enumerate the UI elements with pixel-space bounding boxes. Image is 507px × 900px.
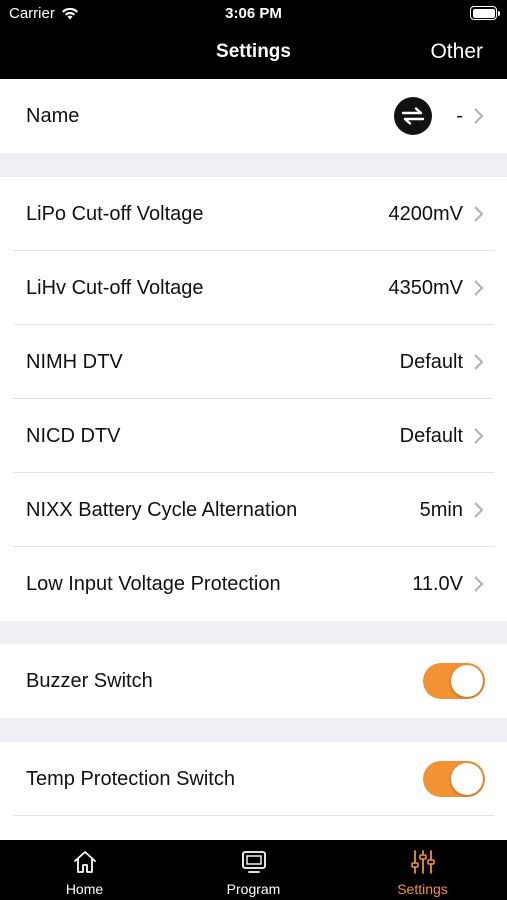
tab-label: Program — [226, 881, 281, 897]
name-row[interactable]: Name - — [0, 79, 507, 153]
lihv-cutoff-row[interactable]: LiHv Cut-off Voltage 4350mV — [0, 251, 507, 325]
buzzer-toggle[interactable] — [423, 663, 485, 699]
nimh-dtv-row[interactable]: NIMH DTV Default — [0, 325, 507, 399]
setting-value: 11.0V — [412, 572, 463, 595]
divider — [13, 815, 494, 816]
nixx-cycle-alternation-row[interactable]: NIXX Battery Cycle Alternation 5min — [0, 473, 507, 547]
chevron-right-icon — [474, 576, 484, 592]
name-value: - — [456, 104, 463, 127]
status-time: 3:06 PM — [225, 5, 282, 22]
home-icon — [73, 851, 96, 873]
setting-value: Default — [399, 350, 463, 373]
voltage-settings-section: LiPo Cut-off Voltage 4200mV LiHv Cut-off… — [0, 177, 507, 621]
nicd-dtv-row[interactable]: NICD DTV Default — [0, 399, 507, 473]
chevron-right-icon — [474, 280, 484, 296]
battery-icon — [470, 6, 500, 20]
setting-value: 5min — [419, 498, 463, 521]
temp-protection-toggle[interactable] — [423, 761, 485, 797]
switch-label: Temp Protection Switch — [26, 767, 235, 790]
tab-home[interactable]: Home — [0, 840, 169, 900]
sliders-icon — [410, 850, 435, 874]
setting-value: 4350mV — [388, 276, 464, 299]
tab-bar: Home Program Settings — [0, 840, 507, 900]
chevron-right-icon — [474, 108, 484, 124]
setting-label: NIXX Battery Cycle Alternation — [26, 498, 298, 521]
chevron-right-icon — [474, 354, 484, 370]
status-bar: Carrier 3:06 PM — [0, 0, 507, 28]
setting-value: Default — [399, 424, 463, 447]
tab-label: Settings — [397, 881, 448, 897]
tab-program[interactable]: Program — [169, 840, 338, 900]
buzzer-switch-row: Buzzer Switch — [0, 644, 507, 718]
lipo-cutoff-row[interactable]: LiPo Cut-off Voltage 4200mV — [0, 177, 507, 251]
setting-label: Low Input Voltage Protection — [26, 572, 281, 595]
buzzer-section: Buzzer Switch — [0, 644, 507, 718]
chevron-right-icon — [474, 428, 484, 444]
tab-label: Home — [65, 881, 104, 897]
setting-value: 4200mV — [388, 202, 464, 225]
setting-label: NIMH DTV — [26, 350, 123, 373]
setting-label: LiPo Cut-off Voltage — [26, 202, 204, 225]
other-button[interactable]: Other — [430, 40, 483, 64]
top-bar: Carrier 3:06 PM Settings Other — [0, 0, 507, 79]
setting-label: NICD DTV — [26, 424, 121, 447]
swap-arrows-icon[interactable] — [394, 97, 433, 135]
chevron-right-icon — [474, 502, 484, 518]
name-label: Name — [26, 104, 80, 127]
chevron-right-icon — [474, 206, 484, 222]
temp-protection-switch-row: Temp Protection Switch — [0, 742, 507, 816]
temp-protection-section: Temp Protection Switch — [0, 742, 507, 840]
low-input-voltage-row[interactable]: Low Input Voltage Protection 11.0V — [0, 547, 507, 621]
monitor-icon — [241, 851, 266, 873]
setting-label: LiHv Cut-off Voltage — [26, 276, 204, 299]
name-section: Name - — [0, 79, 507, 153]
switch-label: Buzzer Switch — [26, 669, 153, 692]
tab-settings[interactable]: Settings — [338, 840, 507, 900]
